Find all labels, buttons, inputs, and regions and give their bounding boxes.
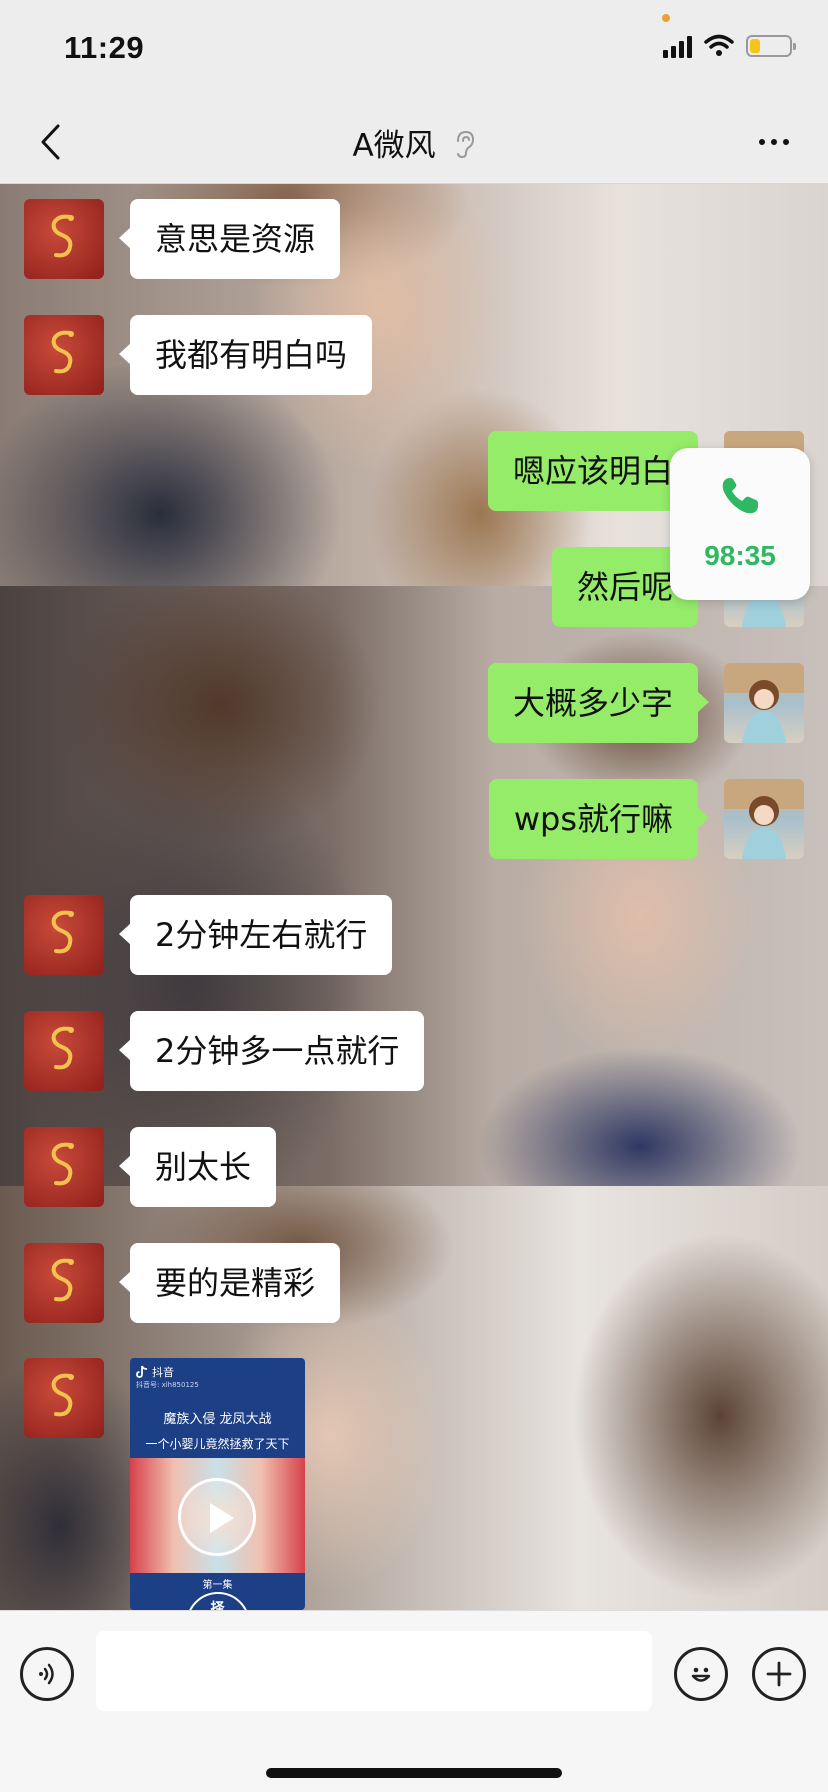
video-title-line1: 魔族入侵 龙凤大战 (163, 1412, 272, 1427)
contact-avatar[interactable] (24, 315, 104, 395)
ear-icon (454, 129, 476, 167)
wifi-icon (704, 34, 734, 56)
background-photo-2 (0, 586, 828, 1186)
douyin-icon (136, 1365, 148, 1378)
dragon-icon (51, 910, 74, 954)
received-message[interactable]: 意思是资源 (118, 199, 341, 279)
dragon-icon (51, 330, 74, 374)
battery-icon (746, 35, 796, 57)
anime-girl-icon (724, 779, 804, 859)
status-icons (663, 34, 796, 58)
more-dot (783, 139, 789, 145)
chat-background (0, 184, 828, 1610)
background-photo-3 (0, 1186, 828, 1610)
douyin-logo: 抖音 (136, 1364, 174, 1380)
home-indicator (266, 1768, 562, 1778)
status-bar: 11:29 (0, 0, 828, 100)
battery-level (750, 39, 760, 53)
video-card[interactable]: 抖音 抖音号: xlh850125 魔族入侵 龙凤大战 一个小婴儿竟然拯救了天下… (130, 1358, 305, 1610)
dragon-icon (51, 1026, 74, 1070)
dragon-icon (51, 1258, 74, 1302)
voice-icon (39, 1663, 54, 1685)
floating-call-widget[interactable]: 98:35 (670, 448, 810, 600)
phone-icon (722, 478, 758, 514)
status-time: 11:29 (64, 30, 145, 65)
episode-badge-char: 择 (210, 1601, 225, 1610)
received-message[interactable]: 要的是精彩 (118, 1243, 341, 1323)
video-title-line2: 一个小婴儿竟然拯救了天下 (145, 1437, 290, 1451)
dragon-icon (51, 214, 74, 258)
voice-button[interactable] (20, 1647, 74, 1701)
mic-indicator-dot (662, 14, 670, 22)
emoji-button[interactable] (674, 1647, 728, 1701)
dragon-icon (51, 1373, 74, 1417)
contact-avatar[interactable] (24, 1011, 104, 1091)
plus-icon (766, 1661, 792, 1687)
input-bar (0, 1610, 828, 1792)
received-message[interactable]: 我都有明白吗 (118, 315, 373, 395)
app-label: 抖音 (152, 1366, 174, 1379)
chat-title-wrap: A微风 (0, 120, 828, 167)
plus-button[interactable] (752, 1647, 806, 1701)
message-input[interactable] (96, 1631, 652, 1711)
my-avatar[interactable] (724, 779, 804, 859)
contact-avatar[interactable] (24, 1358, 104, 1438)
sent-message[interactable]: 大概多少字 (487, 663, 710, 743)
play-icon[interactable] (178, 1478, 256, 1556)
contact-avatar[interactable] (24, 895, 104, 975)
anime-girl-icon (724, 663, 804, 743)
more-button[interactable] (752, 122, 796, 162)
chat-header: A微风 (0, 100, 828, 184)
call-duration: 98:35 (704, 540, 776, 571)
my-avatar[interactable] (724, 663, 804, 743)
received-message[interactable]: 2分钟多一点就行 (118, 1011, 425, 1091)
contact-avatar[interactable] (24, 199, 104, 279)
received-message[interactable]: 别太长 (118, 1127, 277, 1207)
dragon-icon (51, 1142, 74, 1186)
contact-avatar[interactable] (24, 1243, 104, 1323)
episode-label: 第一集 (202, 1580, 233, 1591)
account-id: 抖音号: xlh850125 (136, 1381, 199, 1389)
emoji-icon (691, 1667, 711, 1682)
sent-message[interactable]: wps就行嘛 (488, 779, 710, 859)
received-message[interactable]: 2分钟左右就行 (118, 895, 393, 975)
more-dot (759, 139, 765, 145)
signal-icon (663, 34, 692, 58)
more-dot (771, 139, 777, 145)
chat-title: A微风 (352, 128, 436, 164)
sent-message[interactable]: 嗯应该明白 (487, 431, 710, 511)
contact-avatar[interactable] (24, 1127, 104, 1207)
